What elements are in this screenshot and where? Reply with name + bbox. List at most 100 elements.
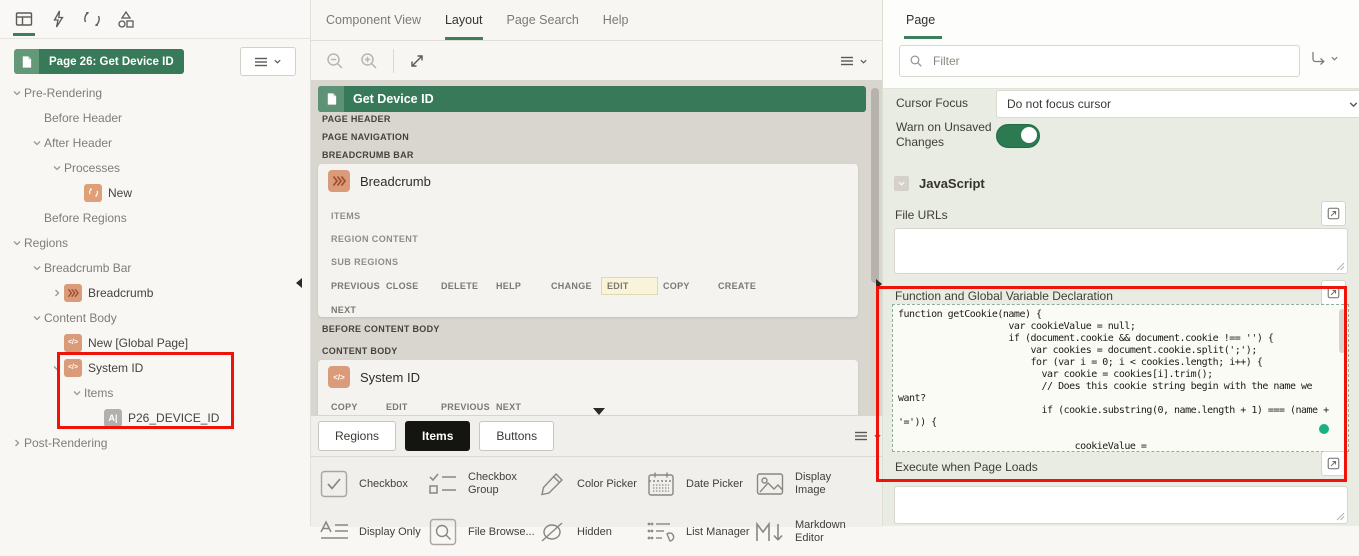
tree-item-post-rendering[interactable]: Post-Rendering	[0, 430, 310, 455]
tree-item-new-global-page[interactable]: </> New [Global Page]	[0, 330, 310, 355]
chevron-down-icon[interactable]	[30, 138, 44, 148]
gallery-item-label: Markdown Editor	[795, 519, 846, 544]
tree-item-pre-rendering[interactable]: Pre-Rendering	[0, 80, 310, 105]
layout-menu-button[interactable]	[840, 56, 868, 66]
tree-item-new[interactable]: New	[0, 180, 310, 205]
chevron-down-icon[interactable]	[10, 238, 24, 248]
page-badge[interactable]: Page 26: Get Device ID	[14, 49, 184, 74]
region-action-delete[interactable]: DELETE	[441, 281, 496, 291]
gallery-tab-regions[interactable]: Regions	[318, 421, 397, 451]
chevron-down-icon[interactable]	[70, 388, 84, 398]
canvas-scrollbar[interactable]	[871, 88, 879, 283]
region-action-next[interactable]: NEXT	[331, 305, 386, 315]
region-action-previous[interactable]: PREVIOUS	[441, 402, 496, 412]
execute-page-loads-textarea[interactable]	[894, 486, 1348, 524]
gallery-item-file-browse[interactable]: File Browse...	[420, 508, 535, 556]
code-line: if (document.cookie && document.cookie !…	[898, 333, 1274, 344]
region-action-create[interactable]: CREATE	[718, 281, 773, 291]
zoom-out-button[interactable]	[325, 51, 345, 71]
file-urls-popup-button[interactable]	[1321, 201, 1346, 226]
canvas-page-title: Get Device ID	[353, 92, 434, 106]
chevron-down-icon[interactable]	[10, 88, 24, 98]
tree-item-after-header[interactable]: After Header	[0, 130, 310, 155]
tree-item-regions[interactable]: Regions	[0, 230, 310, 255]
region-title: System ID	[360, 369, 420, 385]
system-id-region-card[interactable]: </> System ID COPY EDIT PREVIOUS NEXT	[318, 360, 858, 415]
slot-breadcrumb-bar: BREADCRUMB BAR	[322, 150, 414, 160]
color-picker-icon	[535, 471, 569, 497]
code-editor-scrollbar[interactable]	[1339, 309, 1345, 353]
expand-button[interactable]	[408, 52, 426, 70]
region-action-previous[interactable]: PREVIOUS	[331, 281, 386, 291]
gallery-item-display-only[interactable]: Display Only	[311, 508, 421, 556]
tree-item-before-header[interactable]: Before Header	[0, 105, 310, 130]
rendering-tab-button[interactable]	[12, 2, 36, 36]
gallery-item-markdown-editor[interactable]: Markdown Editor	[747, 508, 856, 556]
tree-item-p26-device-id[interactable]: A| P26_DEVICE_ID	[0, 405, 310, 430]
resize-grip-icon[interactable]	[1336, 262, 1345, 271]
tab-help[interactable]: Help	[603, 0, 629, 40]
tree-menu-button[interactable]	[240, 47, 296, 76]
section-collapse-button[interactable]	[894, 176, 909, 191]
gallery-menu-button[interactable]	[854, 431, 882, 441]
tree-item-items[interactable]: Items	[0, 380, 310, 405]
region-action-edit[interactable]: EDIT	[601, 277, 658, 295]
gallery-tab-buttons[interactable]: Buttons	[479, 421, 555, 451]
page-icon	[14, 49, 39, 74]
tab-layout[interactable]: Layout	[444, 0, 483, 40]
tree-item-breadcrumb[interactable]: Breadcrumb	[0, 280, 310, 305]
region-action-close[interactable]: CLOSE	[386, 281, 441, 291]
region-action-edit[interactable]: EDIT	[386, 402, 441, 412]
tab-component-view[interactable]: Component View	[326, 0, 421, 40]
file-urls-textarea[interactable]	[894, 228, 1348, 274]
tree-item-breadcrumb-bar[interactable]: Breadcrumb Bar	[0, 255, 310, 280]
chevron-down-icon[interactable]	[30, 263, 44, 273]
goto-arrow-icon	[1312, 52, 1325, 65]
gallery-tab-items[interactable]: Items	[405, 421, 471, 451]
tree-item-label: Processes	[64, 160, 121, 175]
tree-item-processes[interactable]: Processes	[0, 155, 310, 180]
zoom-in-button[interactable]	[359, 51, 379, 71]
region-action-change[interactable]: CHANGE	[551, 281, 606, 291]
execute-page-loads-popup-button[interactable]	[1321, 451, 1346, 476]
region-action-next[interactable]: NEXT	[496, 402, 551, 412]
gallery-item-hidden[interactable]: Hidden	[529, 508, 638, 556]
region-action-copy[interactable]: COPY	[663, 281, 718, 291]
gallery-item-label: File Browse...	[468, 525, 535, 538]
gallery-item-display-image[interactable]: Display Image	[747, 460, 856, 508]
region-action-copy[interactable]: COPY	[331, 402, 386, 412]
canvas-page-bar[interactable]: Get Device ID	[318, 86, 866, 112]
filter-input[interactable]	[931, 53, 1265, 69]
gallery-item-date-picker[interactable]: Date Picker	[638, 460, 747, 508]
gallery-item-checkbox[interactable]: Checkbox	[311, 460, 420, 508]
chevron-down-icon[interactable]	[50, 163, 64, 173]
tab-page-search[interactable]: Page Search	[507, 0, 579, 40]
processing-tab-button[interactable]	[80, 2, 104, 36]
chevron-down-icon[interactable]	[50, 363, 64, 373]
splitter-handle[interactable]	[593, 408, 605, 415]
tree-item-before-regions[interactable]: Before Regions	[0, 205, 310, 230]
chevron-right-icon[interactable]	[50, 288, 64, 298]
warn-unsaved-toggle[interactable]	[996, 124, 1040, 148]
function-declaration-code-editor[interactable]: function getCookie(name) { var cookieVal…	[892, 304, 1349, 452]
cursor-focus-select[interactable]: Do not focus cursor	[996, 90, 1359, 118]
code-line: var cookieValue = null;	[898, 321, 1136, 332]
goto-menu-button[interactable]	[1309, 50, 1339, 67]
shared-components-tab-button[interactable]	[114, 2, 138, 36]
function-declaration-popup-button[interactable]	[1321, 280, 1346, 305]
tab-page[interactable]: Page	[906, 13, 935, 27]
chevron-right-icon[interactable]	[10, 438, 24, 448]
region-action-help[interactable]: HELP	[496, 281, 551, 291]
collapse-left-panel-handle[interactable]	[296, 278, 302, 288]
gallery-item-color-picker[interactable]: Color Picker	[529, 460, 638, 508]
resize-grip-icon[interactable]	[1336, 512, 1345, 521]
dynamic-actions-tab-button[interactable]	[46, 2, 70, 36]
tree-item-system-id[interactable]: </> System ID	[0, 355, 310, 380]
chevron-down-icon[interactable]	[30, 313, 44, 323]
gallery-item-list-manager[interactable]: List Manager	[638, 508, 750, 556]
breadcrumb-region-card[interactable]: Breadcrumb ITEMS REGION CONTENT SUB REGION…	[318, 164, 858, 317]
tree-item-content-body[interactable]: Content Body	[0, 305, 310, 330]
gallery-item-checkbox-group[interactable]: Checkbox Group	[420, 460, 529, 508]
hamburger-icon	[255, 57, 267, 66]
warn-unsaved-label: Warn on Unsaved Changes	[896, 120, 992, 149]
